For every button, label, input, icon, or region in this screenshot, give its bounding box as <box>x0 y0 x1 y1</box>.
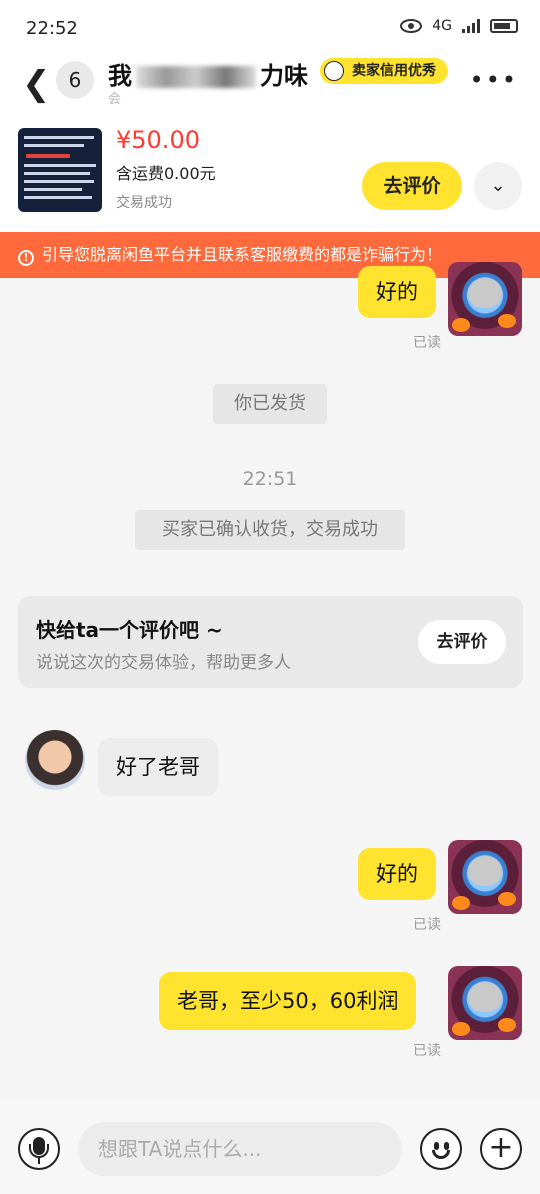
credit-badge-label: 卖家信用优秀 <box>352 63 436 79</box>
unread-count-badge[interactable]: 6 <box>56 61 94 99</box>
read-receipt: 已读 <box>413 335 441 351</box>
deal-status: 交易成功 <box>116 195 172 211</box>
battery-icon <box>490 19 518 33</box>
read-receipt: 已读 <box>413 1043 441 1059</box>
message-input[interactable]: 想跟TA说点什么... <box>78 1122 402 1176</box>
review-heading: 快给ta一个评价吧 ~ <box>36 618 223 642</box>
my-avatar[interactable] <box>448 262 522 336</box>
chat-title-end: 力味 <box>260 62 308 90</box>
system-message: 你已发货 <box>213 384 327 424</box>
warning-text: 引导您脱离闲鱼平台并且联系客服缴费的都是诈骗行为！ <box>42 245 443 264</box>
chat-subtitle: 会 <box>108 92 122 107</box>
message-bubble-mine[interactable]: 好的 <box>358 266 436 318</box>
status-bar: 22:52 4G <box>0 0 540 56</box>
status-icons: 4G <box>400 18 518 34</box>
message-bubble-other[interactable]: 好了老哥 <box>98 738 218 796</box>
mic-icon[interactable] <box>18 1128 60 1170</box>
alert-icon: ! <box>18 250 34 266</box>
shipping-fee: 含运费0.00元 <box>116 164 216 183</box>
network-label: 4G <box>432 18 452 34</box>
chat-title: 我 力味 <box>108 56 308 91</box>
message-bubble-mine[interactable]: 老哥，至少50，60利润 <box>159 972 417 1030</box>
seller-credit-badge[interactable]: 卖家信用优秀 <box>320 58 448 84</box>
signal-icon <box>462 19 480 33</box>
my-avatar[interactable] <box>448 840 522 914</box>
read-receipt: 已读 <box>413 917 441 933</box>
chat-timestamp: 22:51 <box>242 468 298 490</box>
review-subtext: 说说这次的交易体验，帮助更多人 <box>36 653 291 673</box>
product-thumbnail[interactable] <box>18 128 102 212</box>
mascot-icon <box>324 61 344 81</box>
review-prompt-card: 快给ta一个评价吧 ~ 说说这次的交易体验，帮助更多人 去评价 <box>18 596 523 688</box>
composer-bar: 想跟TA说点什么... + <box>0 1100 540 1194</box>
my-avatar[interactable] <box>448 966 522 1040</box>
back-icon[interactable]: ❮ <box>22 64 51 104</box>
redacted-name <box>136 66 256 88</box>
other-avatar[interactable] <box>25 730 85 790</box>
plus-icon[interactable]: + <box>480 1128 522 1170</box>
more-icon[interactable]: ••• <box>470 66 518 94</box>
product-price: ¥50.00 <box>116 126 200 154</box>
chat-title-start: 我 <box>108 62 132 90</box>
review-button[interactable]: 去评价 <box>418 620 506 664</box>
system-message: 买家已确认收货，交易成功 <box>135 510 405 550</box>
status-time: 22:52 <box>26 18 78 39</box>
eye-icon <box>400 19 423 33</box>
emoji-icon[interactable] <box>420 1128 462 1170</box>
product-card[interactable]: ¥50.00 含运费0.00元 交易成功 去评价 ⌄ <box>0 114 540 232</box>
rate-button[interactable]: 去评价 <box>362 162 462 210</box>
chat-header: ❮ 6 我 力味 会 卖家信用优秀 ••• <box>0 56 540 114</box>
message-bubble-mine[interactable]: 好的 <box>358 848 436 900</box>
chevron-down-icon[interactable]: ⌄ <box>474 162 522 210</box>
